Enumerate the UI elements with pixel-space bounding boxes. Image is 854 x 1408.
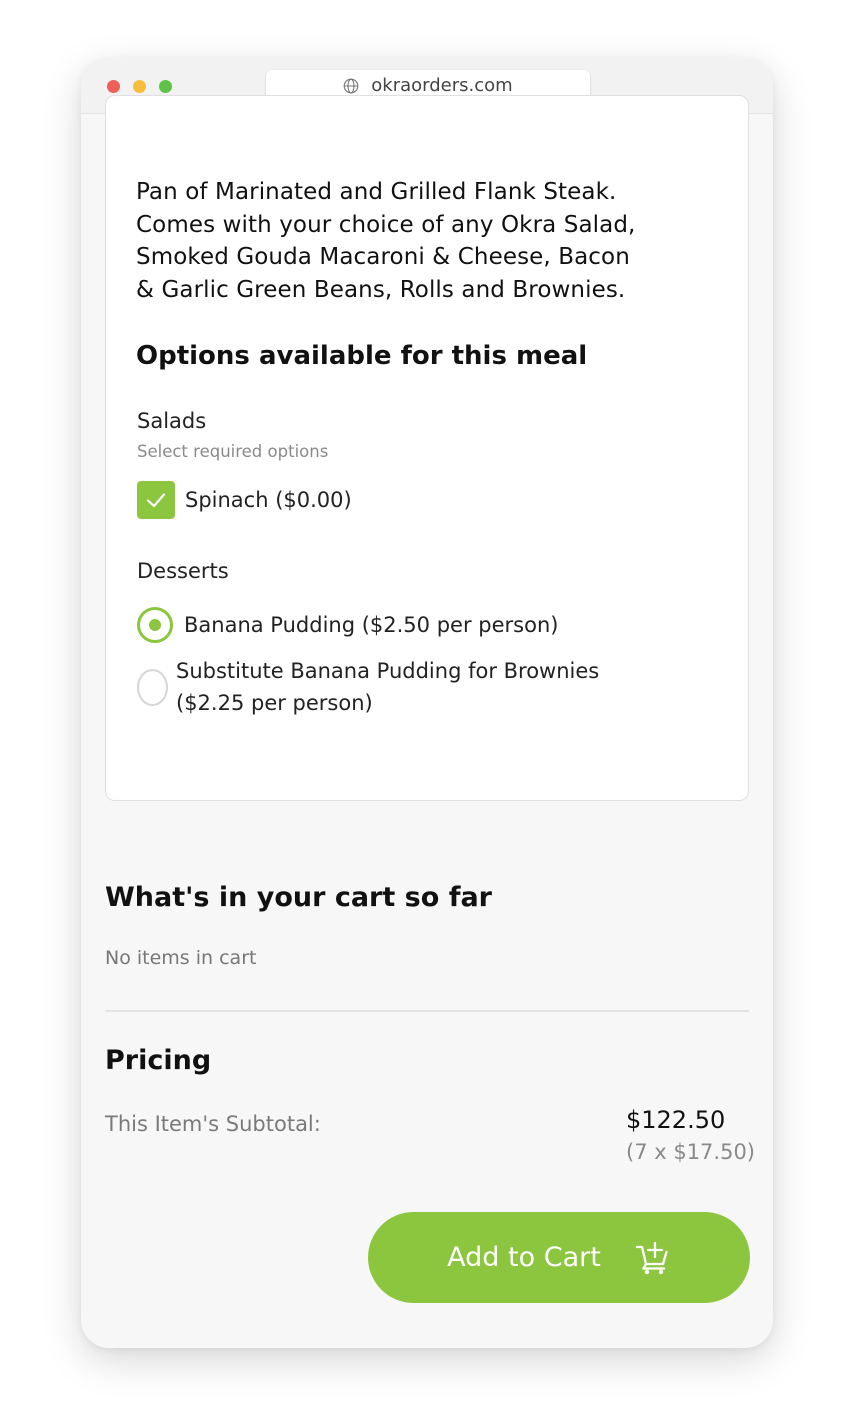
- maximize-window-button[interactable]: [159, 80, 172, 93]
- checkmark-icon: [146, 493, 166, 508]
- salads-label: Salads: [137, 409, 207, 433]
- minimize-window-button[interactable]: [133, 80, 146, 93]
- spinach-option-label[interactable]: Spinach ($0.00): [185, 484, 352, 516]
- meal-details-card: Pan of Marinated and Grilled Flank Steak…: [105, 95, 749, 801]
- subtotal-value: $122.50: [626, 1106, 726, 1134]
- option-label-line: Substitute Banana Pudding for Brownies: [176, 659, 600, 683]
- url-text: okraorders.com: [371, 75, 513, 96]
- banana-pudding-option-label[interactable]: Banana Pudding ($2.50 per person): [184, 609, 558, 641]
- subtotal-calculation: (7 x $17.50): [626, 1140, 756, 1164]
- substitute-brownies-radio[interactable]: [137, 669, 168, 706]
- desserts-label: Desserts: [137, 559, 229, 583]
- banana-pudding-radio[interactable]: [137, 607, 173, 643]
- add-cart-icon: [635, 1241, 671, 1275]
- globe-icon: [343, 78, 359, 93]
- option-label-line: ($2.25 per person): [176, 691, 373, 715]
- description-line: Smoked Gouda Macaroni & Cheese, Bacon: [136, 244, 630, 270]
- add-to-cart-label: Add to Cart: [447, 1242, 601, 1273]
- close-window-button[interactable]: [107, 80, 120, 93]
- options-title: Options available for this meal: [136, 341, 588, 371]
- substitute-brownies-option-label[interactable]: Substitute Banana Pudding for Brownies (…: [176, 655, 599, 719]
- cart-title: What's in your cart so far: [105, 882, 492, 913]
- description-line: Comes with your choice of any Okra Salad…: [136, 211, 636, 238]
- pricing-title: Pricing: [105, 1045, 212, 1076]
- page-content: Pan of Marinated and Grilled Flank Steak…: [81, 95, 773, 1348]
- description-line: & Garlic Green Beans, Rolls and Brownies…: [136, 276, 626, 303]
- salads-hint: Select required options: [137, 442, 329, 461]
- add-to-cart-button[interactable]: Add to Cart: [368, 1212, 750, 1303]
- browser-window: okraorders.com Pan of Marinated and Gril…: [81, 58, 773, 1348]
- description-line: Pan of Marinated and Grilled Flank Steak…: [136, 179, 617, 205]
- meal-description: Pan of Marinated and Grilled Flank Steak…: [136, 176, 736, 306]
- spinach-checkbox[interactable]: [137, 481, 175, 519]
- subtotal-label: This Item's Subtotal:: [105, 1112, 321, 1136]
- cart-empty-text: No items in cart: [105, 947, 257, 969]
- section-divider: [105, 1010, 749, 1012]
